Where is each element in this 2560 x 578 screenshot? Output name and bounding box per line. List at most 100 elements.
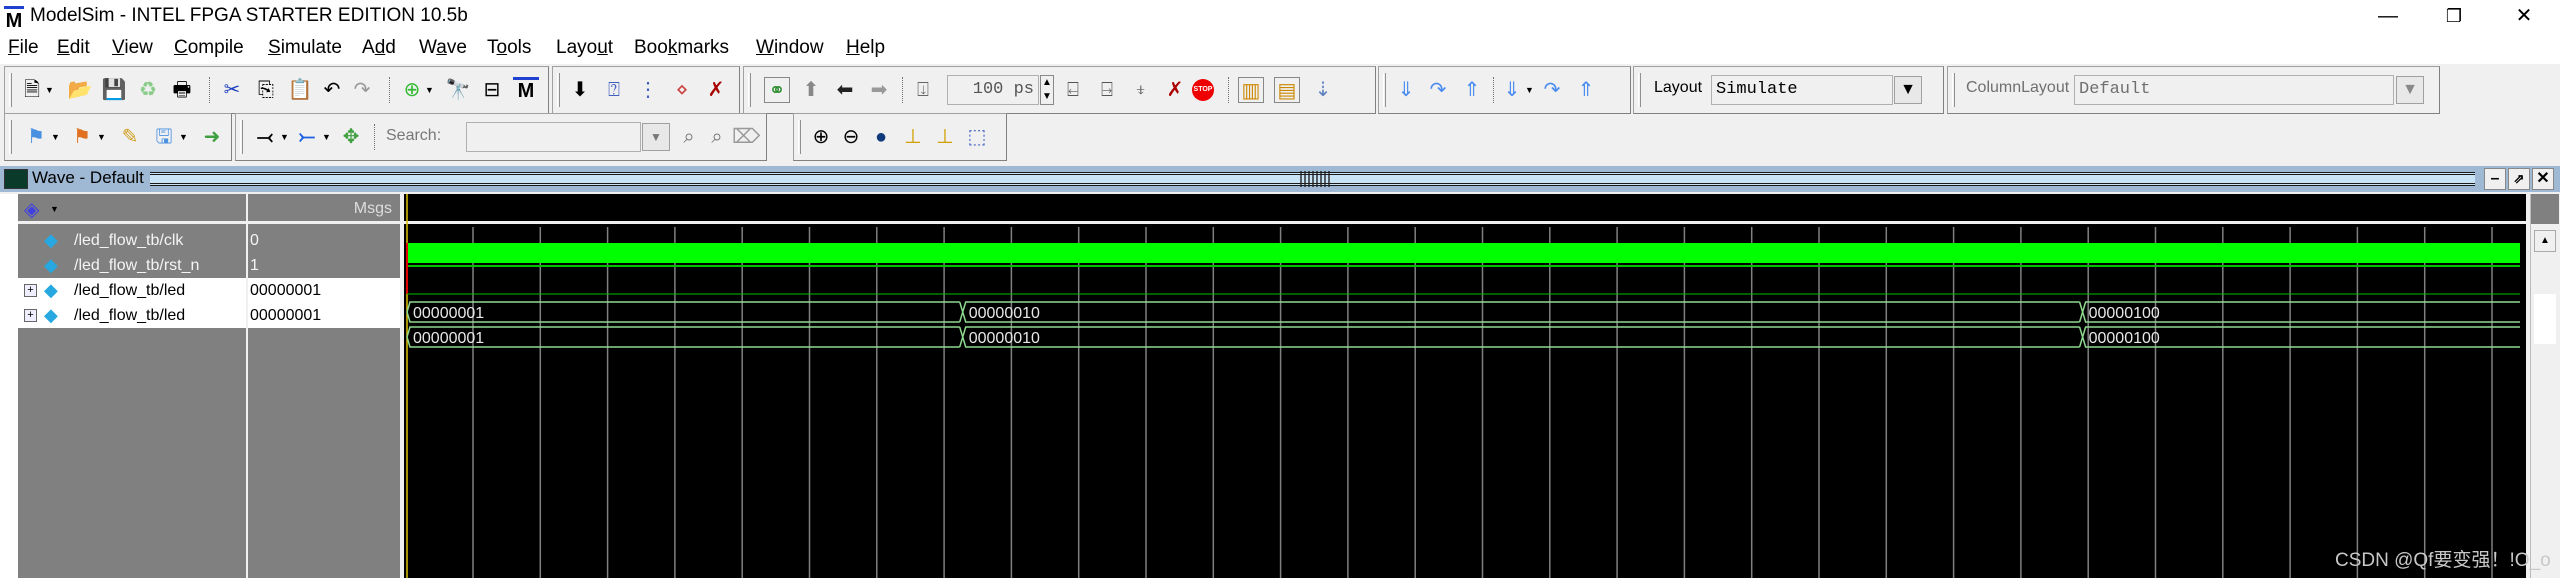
menu-simulate[interactable]: Simulate [268, 37, 342, 59]
search-previous-icon[interactable]: ⌕ [676, 124, 702, 150]
edit-bookmark-icon[interactable]: ✎ [117, 124, 143, 150]
toolbar-grip[interactable] [1952, 73, 1955, 107]
drag-grip[interactable] [1300, 171, 1330, 187]
run-icon[interactable]: ⍇ [1060, 77, 1086, 103]
toolbar-grip[interactable] [9, 73, 12, 107]
menu-layout[interactable]: Layout [556, 37, 613, 59]
signal-row[interactable]: ◆ /led_flow_tb/rst_n [18, 253, 246, 278]
paste-icon[interactable]: 📋 [287, 77, 313, 103]
menu-add[interactable]: Add [362, 37, 396, 59]
continue-run-icon[interactable]: ⍈ [1094, 77, 1120, 103]
up-arrow-icon[interactable]: ⬆ [798, 77, 824, 103]
menu-window[interactable]: Window [756, 37, 824, 59]
goto-bookmark-icon[interactable]: ➜ [199, 124, 225, 150]
expand-icon[interactable]: + [24, 284, 37, 297]
simulate-icon[interactable]: ⋄ [669, 77, 695, 103]
modelsim-icon[interactable]: M [513, 77, 539, 103]
print-icon[interactable]: 🖶 [169, 77, 195, 103]
chevron-down-icon[interactable]: ▼ [425, 85, 434, 95]
vertical-scrollbar[interactable]: ▲ [2530, 194, 2559, 578]
memory-profile-icon[interactable]: ▤ [1274, 77, 1300, 103]
signal-type-icon[interactable]: ◈ [24, 197, 39, 222]
copy-icon[interactable]: ⎘ [253, 77, 279, 103]
reload-icon[interactable]: ♻ [135, 77, 161, 103]
step-into-icon[interactable]: ⇓ [1393, 77, 1419, 103]
zoom-region-icon[interactable]: ⬚ [964, 124, 990, 150]
back-arrow-icon[interactable]: ⬅ [832, 77, 858, 103]
save-bookmark-icon[interactable]: 🖫 [151, 124, 177, 150]
minimize-button[interactable]: — [2360, 0, 2416, 34]
compile-all-icon[interactable]: ⍰ [601, 77, 627, 103]
undo-icon[interactable]: ↶ [319, 77, 345, 103]
chevron-down-icon[interactable]: ▼ [97, 132, 106, 142]
search-dropdown-button[interactable]: ▼ [642, 123, 670, 151]
zoom-in-on-cursor-icon[interactable]: ⊥ [900, 124, 926, 150]
break-icon[interactable]: ✗ [1162, 77, 1188, 103]
restart-icon[interactable]: ⍗ [910, 77, 936, 103]
performance-profile-icon[interactable]: ▥ [1238, 77, 1264, 103]
signal-row[interactable]: + ◆ /led_flow_tb/led [18, 303, 246, 328]
menu-tools[interactable]: Tools [487, 37, 531, 59]
add-icon[interactable]: ⊕ [399, 77, 425, 103]
signal-row[interactable]: + ◆ /led_flow_tb/led [18, 278, 246, 303]
menu-help[interactable]: Help [846, 37, 885, 59]
open-folder-icon[interactable]: 📂 [67, 77, 93, 103]
environment-icon[interactable]: ⚭ [764, 77, 790, 103]
expand-icon[interactable]: + [24, 309, 37, 322]
zoom-to-time-icon[interactable]: ✥ [338, 124, 364, 150]
save-icon[interactable]: 💾 [101, 77, 127, 103]
collapse-time-icon[interactable]: ⤚ [294, 124, 320, 150]
menu-edit[interactable]: Edit [57, 37, 90, 59]
restore-button[interactable]: ❐ [2426, 0, 2482, 34]
menu-file[interactable]: File [8, 37, 39, 59]
wave-window-header[interactable]: Wave - Default – ⇗ ✕ [0, 166, 2560, 192]
step-out-all-icon[interactable]: ⇑ [1573, 77, 1599, 103]
zoom-between-cursors-icon[interactable]: ⊥ [932, 124, 958, 150]
step-out-icon[interactable]: ⇑ [1459, 77, 1485, 103]
layout-dropdown-button[interactable]: ▼ [1894, 76, 1922, 104]
search-input[interactable] [466, 122, 641, 152]
collapse-tree-icon[interactable]: ⊟ [479, 77, 505, 103]
find-binoculars-icon[interactable]: 🔭 [445, 77, 471, 103]
menu-wave[interactable]: Wave [419, 37, 467, 59]
toolbar-grip[interactable] [240, 120, 243, 154]
step-over-icon[interactable]: ↷ [1425, 77, 1451, 103]
new-file-icon[interactable]: 🗎 [19, 77, 45, 103]
step-into-all-icon[interactable]: ⇓ [1499, 77, 1525, 103]
waveform-canvas[interactable]: 00000001 00000010 00000100 00000001 00000010… [404, 194, 2526, 578]
toolbar-grip[interactable] [9, 120, 12, 154]
forward-arrow-icon[interactable]: ➡ [866, 77, 892, 103]
close-button[interactable]: ✕ [2496, 0, 2552, 34]
layout-select[interactable]: Simulate [1711, 75, 1893, 105]
step-over-all-icon[interactable]: ↷ [1539, 77, 1565, 103]
chevron-down-icon[interactable]: ▼ [50, 204, 59, 214]
menu-view[interactable]: View [112, 37, 153, 59]
chevron-down-icon[interactable]: ▼ [322, 132, 331, 142]
run-length-input[interactable]: 100 ps [947, 75, 1039, 105]
redo-icon[interactable]: ↷ [349, 77, 375, 103]
chevron-down-icon[interactable]: ▼ [51, 132, 60, 142]
column-layout-select[interactable]: Default [2074, 75, 2394, 105]
toolbar-grip[interactable] [557, 73, 560, 107]
chevron-down-icon[interactable]: ▼ [45, 85, 54, 95]
add-bookmark-icon[interactable]: ⚑ [23, 124, 49, 150]
chevron-down-icon[interactable]: ▼ [179, 132, 188, 142]
zoom-in-icon[interactable]: ⊕ [808, 124, 834, 150]
toolbar-grip[interactable] [1383, 73, 1386, 107]
run-all-icon[interactable]: ⍖ [1128, 77, 1154, 103]
zoom-out-icon[interactable]: ⊖ [838, 124, 864, 150]
stop-icon[interactable]: STOP [1192, 79, 1214, 101]
cut-icon[interactable]: ✂ [219, 77, 245, 103]
compile-icon[interactable]: ⬇ [567, 77, 593, 103]
undock-pane-button[interactable]: ⇗ [2508, 168, 2530, 190]
step-icon[interactable]: ⇣ [1310, 77, 1336, 103]
signal-row[interactable]: ◆ /led_flow_tb/clk [18, 228, 246, 253]
search-next-icon[interactable]: ⌕ [704, 124, 730, 150]
remove-bookmark-icon[interactable]: ⚑ [69, 124, 95, 150]
search-options-icon[interactable]: ⌦ [732, 124, 760, 150]
menu-compile[interactable]: Compile [174, 37, 244, 59]
zoom-full-icon[interactable]: ● [868, 124, 894, 150]
column-layout-dropdown-button[interactable]: ▼ [2396, 76, 2424, 104]
scrollbar-thumb[interactable] [2534, 294, 2556, 344]
chevron-down-icon[interactable]: ▼ [1525, 85, 1534, 95]
